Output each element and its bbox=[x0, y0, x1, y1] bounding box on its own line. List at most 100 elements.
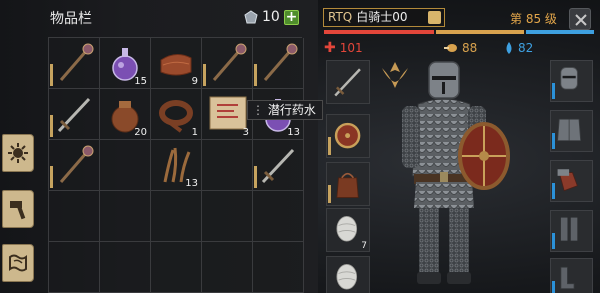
inventory-slot[interactable] bbox=[49, 191, 100, 242]
water-stat: 82 bbox=[504, 40, 533, 56]
clan-tag: RTQ bbox=[328, 10, 353, 24]
mace-icon bbox=[263, 43, 298, 81]
bag-icon bbox=[336, 172, 359, 198]
character-name: 白骑士00 bbox=[356, 10, 408, 24]
armor-durability-bar bbox=[552, 183, 555, 199]
armor-slot[interactable] bbox=[550, 60, 593, 102]
gem-icon bbox=[244, 10, 258, 24]
inventory-slot[interactable] bbox=[202, 242, 253, 293]
hunger-value: 88 bbox=[462, 41, 478, 55]
inventory-slot[interactable] bbox=[49, 140, 100, 191]
hunger-stat: 88 bbox=[444, 40, 477, 56]
inventory-slot[interactable] bbox=[49, 38, 100, 89]
mace-icon bbox=[212, 43, 247, 81]
sword-icon bbox=[261, 148, 295, 184]
inventory-slot[interactable] bbox=[253, 140, 304, 191]
durability-bar bbox=[328, 185, 331, 203]
inventory-slot[interactable] bbox=[49, 89, 100, 140]
durability-bar bbox=[328, 137, 331, 155]
item-tooltip: ⋮ 潜行药水 bbox=[247, 100, 323, 120]
gem-count: 10 bbox=[262, 9, 280, 25]
equipment-slot[interactable] bbox=[326, 114, 370, 158]
water-value: 82 bbox=[518, 41, 534, 55]
inventory-slot[interactable] bbox=[253, 38, 304, 89]
armor-durability-bar bbox=[552, 83, 555, 99]
inventory-slot[interactable] bbox=[202, 140, 253, 191]
inventory-title: 物品栏 bbox=[50, 11, 92, 27]
equipment-slot[interactable] bbox=[326, 162, 370, 206]
item-count: 20 bbox=[134, 127, 147, 138]
inventory-grid: 15 9 20 1 3 13 13 bbox=[48, 37, 304, 293]
meat-icon bbox=[444, 44, 457, 52]
add-gems-button[interactable]: + bbox=[284, 9, 299, 25]
edit-icon[interactable] bbox=[428, 11, 441, 24]
inventory-slot[interactable] bbox=[100, 242, 151, 293]
health-value: 101 bbox=[339, 41, 363, 55]
sword-icon bbox=[57, 97, 91, 133]
durability-bar bbox=[50, 115, 53, 137]
health-stat: ✚ 101 bbox=[324, 40, 363, 56]
inventory-slot[interactable] bbox=[253, 191, 304, 242]
tab-map[interactable] bbox=[2, 244, 34, 282]
health-cross-icon: ✚ bbox=[324, 40, 336, 56]
water-drop-icon bbox=[506, 41, 512, 54]
mace-icon bbox=[59, 145, 94, 183]
armor-slot[interactable] bbox=[550, 258, 593, 293]
character-panel: RTQ 白骑士00 第 85 级 ✚ 101 88 82 7 bbox=[318, 0, 600, 293]
mace-icon bbox=[59, 43, 94, 81]
item-count: 3 bbox=[242, 127, 249, 138]
durability-bar bbox=[203, 64, 206, 86]
inventory-slot[interactable] bbox=[151, 191, 202, 242]
chest-armor-icon bbox=[557, 118, 582, 142]
close-icon bbox=[575, 14, 587, 26]
hammer-icon bbox=[10, 201, 26, 220]
shield-icon bbox=[334, 122, 361, 149]
item-count: 1 bbox=[191, 127, 198, 138]
armor-durability-bar bbox=[552, 233, 555, 249]
helmet-icon bbox=[560, 67, 578, 90]
boots-icon bbox=[560, 266, 575, 290]
durability-bar bbox=[50, 166, 53, 188]
equipment-slot[interactable] bbox=[326, 60, 370, 104]
water-bar bbox=[526, 30, 594, 34]
gauntlet-icon bbox=[557, 169, 578, 192]
inventory-slot[interactable] bbox=[100, 191, 151, 242]
leg-armor-icon bbox=[560, 217, 578, 241]
tooltip-text: 潜行药水 bbox=[267, 103, 316, 117]
tab-crafting[interactable] bbox=[2, 134, 34, 172]
knight-avatar bbox=[402, 61, 510, 284]
item-count: 15 bbox=[134, 76, 147, 87]
inventory-slot[interactable]: 3 bbox=[202, 89, 253, 140]
inventory-slot[interactable]: 1 bbox=[151, 89, 202, 140]
tooltip-marker: ⋮ bbox=[252, 103, 268, 117]
inventory-slot[interactable] bbox=[151, 242, 202, 293]
hunger-bar bbox=[436, 30, 524, 34]
inventory-slot[interactable] bbox=[253, 242, 304, 293]
armor-slot[interactable] bbox=[550, 210, 593, 252]
armor-slot[interactable] bbox=[550, 110, 593, 152]
equipment-slot[interactable] bbox=[326, 256, 370, 293]
character-level: 第 85 级 bbox=[510, 12, 557, 26]
inventory-slot[interactable] bbox=[202, 191, 253, 242]
close-button[interactable] bbox=[569, 8, 591, 30]
inventory-slot[interactable]: 13 bbox=[151, 140, 202, 191]
item-count: 13 bbox=[185, 178, 198, 189]
inventory-slot[interactable]: 9 bbox=[151, 38, 202, 89]
sun-gear-icon bbox=[8, 143, 28, 163]
scroll-map-icon bbox=[9, 254, 27, 272]
tab-build[interactable] bbox=[2, 190, 34, 228]
gem-counter: 10 + bbox=[244, 8, 299, 26]
character-name-box[interactable]: RTQ 白骑士00 bbox=[323, 8, 445, 27]
sword-icon bbox=[334, 68, 361, 97]
armor-slot[interactable] bbox=[550, 160, 593, 202]
durability-bar bbox=[50, 64, 53, 86]
inventory-slot[interactable]: 20 bbox=[100, 89, 151, 140]
inventory-slot[interactable] bbox=[49, 242, 100, 293]
side-tabs bbox=[0, 128, 36, 293]
equipment-slot[interactable]: 7 bbox=[326, 208, 370, 252]
armor-durability-bar bbox=[552, 281, 555, 293]
inventory-slot[interactable] bbox=[202, 38, 253, 89]
item-count: 13 bbox=[287, 127, 300, 138]
inventory-slot[interactable] bbox=[100, 140, 151, 191]
inventory-slot[interactable]: 15 bbox=[100, 38, 151, 89]
